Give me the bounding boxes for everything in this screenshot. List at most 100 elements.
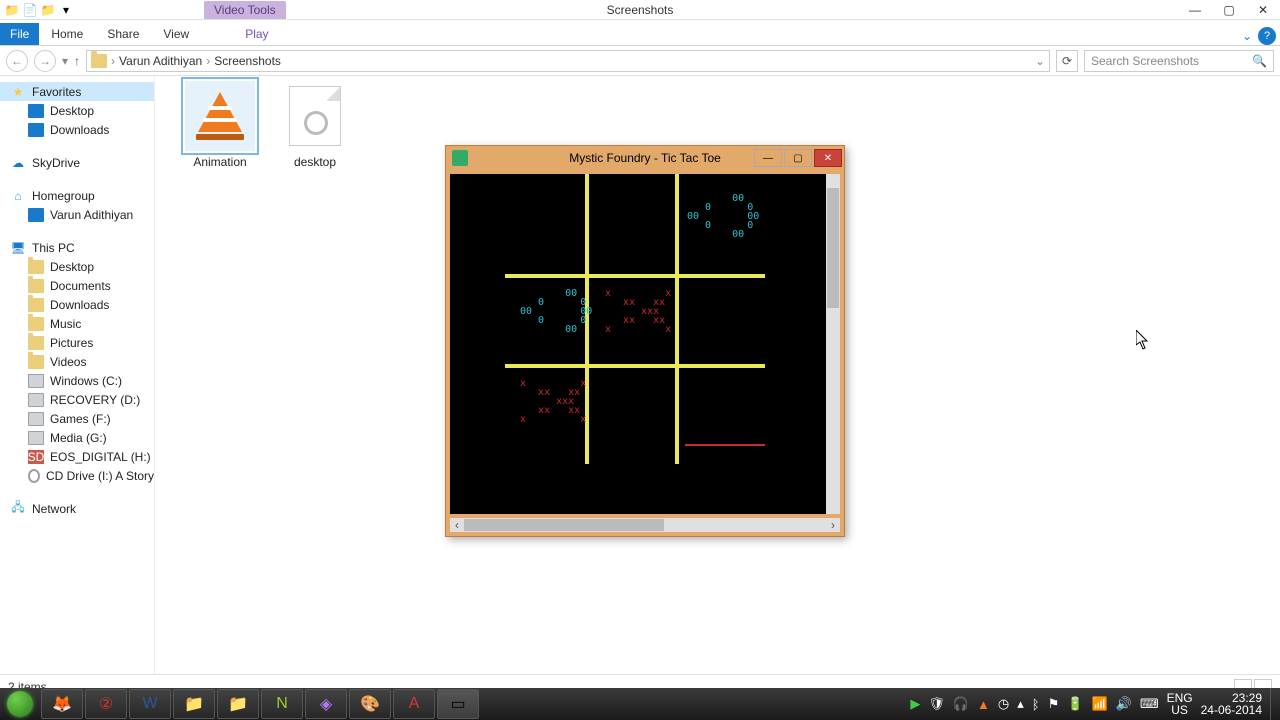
folder-icon bbox=[28, 260, 44, 274]
tree-drive-g[interactable]: Media (G:) bbox=[0, 428, 154, 447]
horizontal-scrollbar[interactable]: ‹ › bbox=[450, 518, 840, 532]
taskbar-firefox[interactable]: 🦊 bbox=[41, 689, 83, 719]
taskbar-app-2[interactable]: ② bbox=[85, 689, 127, 719]
breadcrumb-dropdown-icon[interactable]: ⌄ bbox=[1035, 54, 1045, 68]
qat-folder-icon[interactable]: 📁 bbox=[40, 2, 56, 18]
scroll-right-icon[interactable]: › bbox=[826, 518, 840, 532]
taskbar-running-app[interactable]: ▭ bbox=[437, 689, 479, 719]
tree-favorites[interactable]: ★Favorites bbox=[0, 82, 154, 101]
taskbar-explorer-2[interactable]: 📁 bbox=[217, 689, 259, 719]
breadcrumb-part[interactable]: Varun Adithiyan bbox=[119, 54, 202, 68]
scroll-left-icon[interactable]: ‹ bbox=[450, 518, 464, 532]
tree-pc-documents[interactable]: Documents bbox=[0, 276, 154, 295]
game-close-button[interactable]: ✕ bbox=[814, 149, 842, 167]
tab-share[interactable]: Share bbox=[95, 23, 151, 45]
tab-play[interactable]: Play bbox=[233, 23, 280, 45]
tree-drive-f[interactable]: Games (F:) bbox=[0, 409, 154, 428]
taskbar[interactable]: 🦊 ② W 📁 📁 N ◈ 🎨 A ▭ ▶ 🛡 🎧 ▲ ◷ ▴ ᛒ ⚑ 🔋 📶 … bbox=[0, 688, 1280, 720]
navigation-bar: ← → ▾ ↑ › Varun Adithiyan › Screenshots … bbox=[0, 46, 1280, 76]
scrollbar-thumb[interactable] bbox=[827, 188, 839, 308]
tray-battery-icon[interactable]: 🔋 bbox=[1067, 696, 1083, 712]
taskbar-visualstudio[interactable]: ◈ bbox=[305, 689, 347, 719]
taskbar-reader[interactable]: A bbox=[393, 689, 435, 719]
tree-drive-d[interactable]: RECOVERY (D:) bbox=[0, 390, 154, 409]
taskbar-notepadpp[interactable]: N bbox=[261, 689, 303, 719]
tree-pc-downloads[interactable]: Downloads bbox=[0, 295, 154, 314]
tray-play-icon[interactable]: ▶ bbox=[910, 696, 920, 712]
search-icon: 🔍 bbox=[1252, 54, 1267, 68]
tree-drive-c[interactable]: Windows (C:) bbox=[0, 371, 154, 390]
taskbar-word[interactable]: W bbox=[129, 689, 171, 719]
game-window[interactable]: Mystic Foundry - Tic Tac Toe — ▢ ✕ 00 0 … bbox=[445, 145, 845, 537]
tree-thispc[interactable]: 🖥This PC bbox=[0, 238, 154, 257]
tray-clock[interactable]: 23:2924-06-2014 bbox=[1201, 692, 1262, 716]
tray-chevron-up-icon[interactable]: ▴ bbox=[1017, 696, 1024, 712]
tray-app-icon[interactable]: ◷ bbox=[998, 696, 1009, 712]
user-icon bbox=[28, 208, 44, 222]
tray-volume-icon[interactable]: 🔊 bbox=[1116, 696, 1132, 712]
tray-vlc-icon[interactable]: ▲ bbox=[977, 697, 990, 712]
tree-skydrive[interactable]: ☁SkyDrive bbox=[0, 153, 154, 172]
drive-icon bbox=[28, 393, 44, 407]
folder-icon bbox=[28, 298, 44, 312]
forward-button[interactable]: → bbox=[34, 50, 56, 72]
minimize-button[interactable]: — bbox=[1178, 0, 1212, 19]
tab-home[interactable]: Home bbox=[39, 23, 95, 45]
window-titlebar: 📁 📄 📁 ▾ Video Tools Screenshots — ▢ ✕ bbox=[0, 0, 1280, 20]
taskbar-paint[interactable]: 🎨 bbox=[349, 689, 391, 719]
tree-drive-i[interactable]: CD Drive (I:) A Story bbox=[0, 466, 154, 485]
start-button[interactable] bbox=[0, 688, 40, 720]
file-item-desktop[interactable]: desktop bbox=[270, 81, 360, 169]
tray-headphones-icon[interactable]: 🎧 bbox=[953, 696, 969, 712]
new-doc-icon[interactable]: 📄 bbox=[22, 2, 38, 18]
game-maximize-button[interactable]: ▢ bbox=[784, 149, 812, 167]
vertical-scrollbar[interactable] bbox=[826, 174, 840, 514]
search-input[interactable]: Search Screenshots 🔍 bbox=[1084, 50, 1274, 72]
tree-pc-music[interactable]: Music bbox=[0, 314, 154, 333]
game-minimize-button[interactable]: — bbox=[754, 149, 782, 167]
breadcrumb-part[interactable]: Screenshots bbox=[214, 54, 281, 68]
tray-network-icon[interactable]: 📶 bbox=[1091, 696, 1107, 712]
game-canvas[interactable]: 00 0 0 00 00 0 0 00 00 0 0 00 00 0 0 00 … bbox=[450, 174, 840, 514]
tab-view[interactable]: View bbox=[151, 23, 201, 45]
taskbar-explorer[interactable]: 📁 bbox=[173, 689, 215, 719]
qat-dropdown-icon[interactable]: ▾ bbox=[58, 2, 74, 18]
vlc-icon bbox=[185, 81, 255, 151]
show-desktop-button[interactable] bbox=[1270, 688, 1276, 720]
tree-drive-h[interactable]: SDEOS_DIGITAL (H:) bbox=[0, 447, 154, 466]
mark-o: 00 0 0 00 00 0 0 00 bbox=[687, 194, 759, 239]
tray-flag-icon[interactable]: ⚑ bbox=[1048, 696, 1060, 712]
close-button[interactable]: ✕ bbox=[1246, 0, 1280, 19]
tree-pc-desktop[interactable]: Desktop bbox=[0, 257, 154, 276]
tray-keyboard-icon[interactable]: ⌨ bbox=[1140, 696, 1159, 712]
tree-desktop[interactable]: Desktop bbox=[0, 101, 154, 120]
refresh-button[interactable]: ⟳ bbox=[1056, 50, 1078, 72]
chevron-right-icon[interactable]: › bbox=[206, 54, 210, 68]
tray-language[interactable]: ENGUS bbox=[1167, 692, 1193, 716]
search-placeholder: Search Screenshots bbox=[1091, 54, 1199, 68]
tree-downloads[interactable]: Downloads bbox=[0, 120, 154, 139]
recent-locations-icon[interactable]: ▾ bbox=[62, 54, 68, 68]
up-button[interactable]: ↑ bbox=[74, 54, 80, 68]
file-tab[interactable]: File bbox=[0, 23, 39, 45]
maximize-button[interactable]: ▢ bbox=[1212, 0, 1246, 19]
mark-x: x x xx xx xxx xx xx x x bbox=[605, 289, 671, 334]
tree-user[interactable]: Varun Adithiyan bbox=[0, 205, 154, 224]
chevron-right-icon[interactable]: › bbox=[111, 54, 115, 68]
ribbon-collapse-icon[interactable]: ⌄ bbox=[1238, 27, 1256, 45]
tree-pc-pictures[interactable]: Pictures bbox=[0, 333, 154, 352]
file-item-animation[interactable]: Animation bbox=[175, 81, 265, 169]
tree-pc-videos[interactable]: Videos bbox=[0, 352, 154, 371]
breadcrumb[interactable]: › Varun Adithiyan › Screenshots ⌄ bbox=[86, 50, 1050, 72]
system-tray[interactable]: ▶ 🛡 🎧 ▲ ◷ ▴ ᛒ ⚑ 🔋 📶 🔊 ⌨ ENGUS 23:2924-06… bbox=[910, 688, 1280, 720]
help-icon[interactable]: ? bbox=[1258, 27, 1276, 45]
tray-antivirus-icon[interactable]: 🛡 bbox=[928, 696, 945, 712]
tray-bluetooth-icon[interactable]: ᛒ bbox=[1032, 697, 1040, 712]
tree-network[interactable]: 🖧Network bbox=[0, 499, 154, 518]
game-titlebar[interactable]: Mystic Foundry - Tic Tac Toe — ▢ ✕ bbox=[446, 146, 844, 170]
cloud-icon: ☁ bbox=[10, 156, 26, 170]
tree-homegroup[interactable]: ⌂Homegroup bbox=[0, 186, 154, 205]
back-button[interactable]: ← bbox=[6, 50, 28, 72]
scrollbar-thumb[interactable] bbox=[464, 519, 664, 531]
navigation-tree[interactable]: ★Favorites Desktop Downloads ☁SkyDrive ⌂… bbox=[0, 76, 155, 674]
